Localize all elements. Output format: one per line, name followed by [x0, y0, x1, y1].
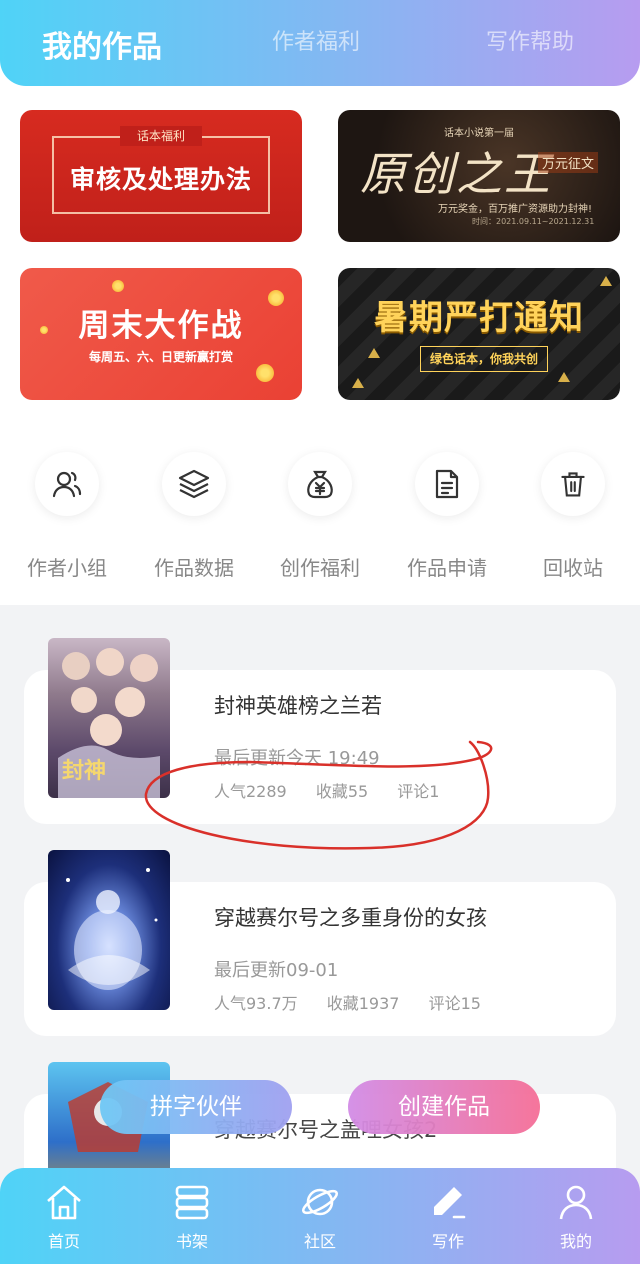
money-bag-icon [288, 452, 352, 516]
nav-home[interactable]: 首页 [14, 1182, 114, 1252]
banner-title: 审核及处理办法 [69, 165, 252, 194]
work-stats: 人气2289 收藏55 评论1 [214, 778, 463, 802]
home-icon [14, 1182, 114, 1222]
layers-icon [162, 452, 226, 516]
coin-icon [256, 364, 274, 382]
bottom-nav: 首页 书架 社区 写作 我的 [0, 1168, 640, 1264]
banner-summer-crackdown[interactable]: 暑期严打通知 绿色话本，你我共创 [338, 268, 620, 400]
work-cover-image[interactable] [48, 850, 170, 1010]
bookshelf-icon [142, 1182, 242, 1222]
comments-stat: 评论15 [428, 994, 481, 1013]
work-updated: 最后更新09-01 [214, 960, 339, 981]
cover-title-text: 封神 [62, 758, 106, 784]
popularity-stat: 人气93.7万 [214, 994, 298, 1013]
quick-label: 作品申请 [407, 556, 487, 580]
decor-triangle-icon [352, 378, 364, 388]
work-title[interactable]: 穿越赛尔号之多重身份的女孩 [214, 902, 487, 932]
banner-original-king[interactable]: 话本小说第一届 原创之王 万元征文 万元奖金，百万推广资源助力封神! 时间：20… [338, 110, 620, 242]
favorites-stat: 收藏55 [315, 782, 369, 801]
favorites-stat: 收藏1937 [326, 994, 400, 1013]
nav-label: 书架 [175, 1232, 208, 1251]
tab-writing-help[interactable]: 写作帮助 [486, 24, 574, 56]
banner-title: 原创之王 [360, 147, 552, 201]
banner-subtitle: 万元奖金，百万推广资源助力封神! [438, 204, 593, 215]
decor-triangle-icon [558, 372, 570, 382]
quick-label: 回收站 [543, 556, 603, 580]
tab-my-works[interactable]: 我的作品 [42, 22, 162, 66]
banner-date: 时间：2021.09.11~2021.12.31 [472, 217, 595, 226]
nav-label: 社区 [303, 1232, 336, 1251]
popularity-stat: 人气2289 [214, 782, 287, 801]
decor-triangle-icon [600, 276, 612, 286]
quick-label: 作品数据 [154, 556, 234, 580]
work-title[interactable]: 封神英雄榜之兰若 [214, 690, 382, 720]
group-icon [35, 452, 99, 516]
banner-subtitle: 绿色话本，你我共创 [420, 346, 548, 372]
work-updated: 最后更新今天 19:49 [214, 748, 380, 769]
quick-recycle-bin[interactable]: 回收站 [518, 452, 628, 581]
work-cover-image[interactable]: 封神 [48, 638, 170, 798]
pen-icon [398, 1182, 498, 1222]
banner-weekend-battle[interactable]: 周末大作战 每周五、六、日更新赢打赏 [20, 268, 302, 400]
comments-stat: 评论1 [397, 782, 440, 801]
tab-author-benefits[interactable]: 作者福利 [272, 24, 360, 56]
banner-title: 周末大作战 [78, 308, 244, 344]
nav-write[interactable]: 写作 [398, 1182, 498, 1252]
work-stats: 人气93.7万 收藏1937 评论15 [214, 990, 505, 1014]
coin-icon [112, 280, 124, 292]
nav-label: 首页 [47, 1232, 80, 1251]
create-work-button[interactable]: 创建作品 [348, 1080, 540, 1134]
quick-label: 作者小组 [27, 556, 107, 580]
trash-icon [541, 452, 605, 516]
quick-creation-benefits[interactable]: 创作福利 [265, 452, 375, 581]
quick-label: 创作福利 [280, 556, 360, 580]
nav-me[interactable]: 我的 [526, 1182, 626, 1252]
word-partner-button[interactable]: 拼字伙伴 [100, 1080, 292, 1134]
nav-label: 我的 [559, 1232, 592, 1251]
user-icon [526, 1182, 626, 1222]
quick-work-application[interactable]: 作品申请 [392, 452, 502, 581]
banner-title: 暑期严打通知 [374, 298, 584, 338]
banner-subtitle: 每周五、六、日更新赢打赏 [88, 350, 233, 364]
nav-community[interactable]: 社区 [270, 1182, 370, 1252]
nav-label: 写作 [431, 1232, 464, 1251]
quick-author-group[interactable]: 作者小组 [12, 452, 122, 581]
banner-review-policy[interactable]: 话本福利 审核及处理办法 [20, 110, 302, 242]
planet-icon [270, 1182, 370, 1222]
banner-tag: 话本福利 [120, 126, 202, 146]
top-header: 我的作品 作者福利 写作帮助 [0, 0, 640, 86]
nav-bookshelf[interactable]: 书架 [142, 1182, 242, 1252]
banner-badge: 万元征文 [538, 152, 599, 173]
quick-work-data[interactable]: 作品数据 [139, 452, 249, 581]
decor-triangle-icon [368, 348, 380, 358]
banner-top-text: 话本小说第一届 [444, 128, 514, 139]
document-icon [415, 452, 479, 516]
